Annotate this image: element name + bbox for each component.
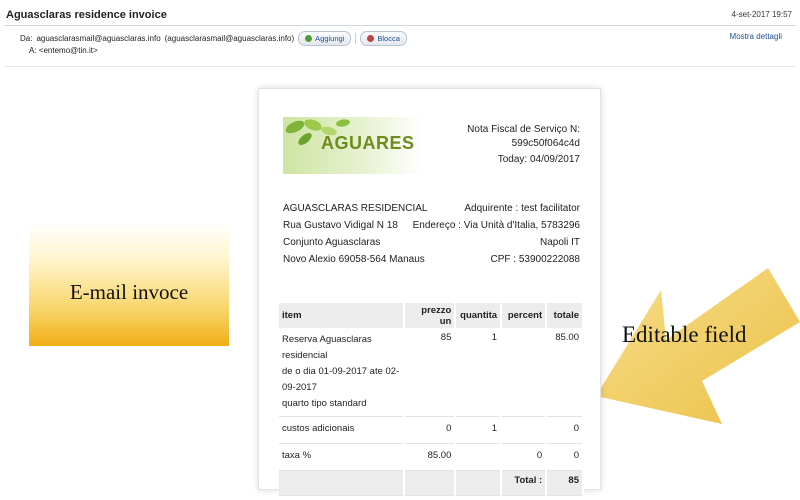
block-sender-label: Blocca (377, 34, 400, 43)
item-cell[interactable]: custos adicionais (279, 416, 405, 444)
invoice-card: AGUARES Nota Fiscal de Serviço N: 599c50… (258, 88, 601, 496)
column-header-total: totale (546, 303, 584, 328)
from-name[interactable]: aguasclarasmail@aguasclaras.info (36, 34, 160, 43)
invoice-number: 599c50f064c4d (511, 138, 580, 149)
table-row: Reserva Aguasclaras residencial de o dia… (279, 328, 584, 417)
show-details-link[interactable]: Mostra dettagli (730, 32, 782, 41)
header-divider (4, 25, 796, 26)
email-invoice-callout-text: E-mail invoce (69, 280, 189, 304)
item-cell[interactable]: Reserva Aguasclaras residencial de o dia… (279, 328, 405, 417)
item-line: de o dia 01-09-2017 ate 02-09-2017 (282, 366, 400, 393)
total-label: Total : (501, 470, 548, 496)
invoice-date: Today: 04/09/2017 (497, 154, 580, 165)
total-cell: 0 (546, 416, 584, 444)
to-row: A: <entemo@tin.it> (29, 46, 98, 55)
total-empty-cell (279, 470, 405, 496)
quantity-cell[interactable]: 1 (455, 328, 503, 417)
table-row: taxa % 85.00 0 0 (279, 443, 584, 471)
seller-complex: Conjunto Aguasclaras (283, 237, 381, 248)
total-row: Total : 85 (279, 470, 584, 496)
editable-field-callout-text: Editable field (622, 322, 747, 347)
email-subject: Aguasclaras residence invoice (6, 9, 167, 21)
block-icon (367, 35, 375, 42)
buyer-name: Adquirente : test facilitator (464, 203, 580, 214)
percent-cell[interactable] (501, 328, 548, 417)
block-sender-button[interactable]: Blocca (360, 31, 407, 46)
price-cell[interactable]: 85 (403, 328, 457, 417)
to-label: A: (29, 46, 37, 55)
logo-text: AGUARES (321, 133, 415, 153)
column-header-quantity: quantita (455, 303, 503, 328)
table-header-row: item prezzo un quantita percent totale (279, 303, 584, 328)
buyer-city: Napoli IT (539, 237, 580, 248)
column-header-item: item (279, 303, 405, 328)
add-contact-button[interactable]: Aggiungi (298, 31, 352, 46)
add-contact-label: Aggiungi (315, 34, 345, 43)
header-bottom-divider (4, 66, 796, 67)
seller-city: Novo Alexio 69058-564 Manaus (283, 254, 425, 265)
item-cell[interactable]: taxa % (279, 443, 405, 471)
email-date: 4-set-2017 19:57 (731, 10, 793, 19)
total-value: 85 (546, 470, 584, 496)
from-row: Da: aguasclarasmail@aguasclaras.info (ag… (20, 31, 407, 46)
from-email: (aguasclarasmail@aguasclaras.info) (164, 34, 295, 43)
price-cell[interactable]: 85.00 (403, 443, 457, 471)
column-header-percent: percent (501, 303, 548, 328)
quantity-cell[interactable]: 1 (455, 416, 503, 444)
from-label: Da: (20, 34, 33, 43)
item-line: quarto tipo standard (282, 398, 367, 409)
percent-cell[interactable]: 0 (501, 443, 548, 471)
total-empty-cell (455, 470, 503, 496)
buyer-address: Endereço : Via Unità d'Italia, 5783296 (412, 220, 580, 231)
column-header-price: prezzo un (403, 303, 457, 328)
buyer-cpf: CPF : 53900222088 (490, 254, 580, 265)
total-cell: 85.00 (546, 328, 584, 417)
quantity-cell[interactable] (455, 443, 503, 471)
item-line: Reserva Aguasclaras residencial (282, 334, 372, 361)
to-email[interactable]: <entemo@tin.it> (39, 46, 98, 55)
seller-street: Rua Gustavo Vidigal N 18 (283, 220, 398, 231)
pill-separator (355, 33, 357, 44)
invoice-table: item prezzo un quantita percent totale R… (279, 303, 584, 496)
total-empty-cell (403, 470, 457, 496)
add-contact-icon (305, 35, 313, 42)
percent-cell[interactable] (501, 416, 548, 444)
aguares-logo: AGUARES (283, 117, 423, 174)
table-row: custos adicionais 0 1 0 (279, 416, 584, 444)
price-cell[interactable]: 0 (403, 416, 457, 444)
invoice-number-label: Nota Fiscal de Serviço N: (467, 124, 580, 135)
total-cell: 0 (546, 443, 584, 471)
seller-name: AGUASCLARAS RESIDENCIAL (283, 203, 428, 214)
